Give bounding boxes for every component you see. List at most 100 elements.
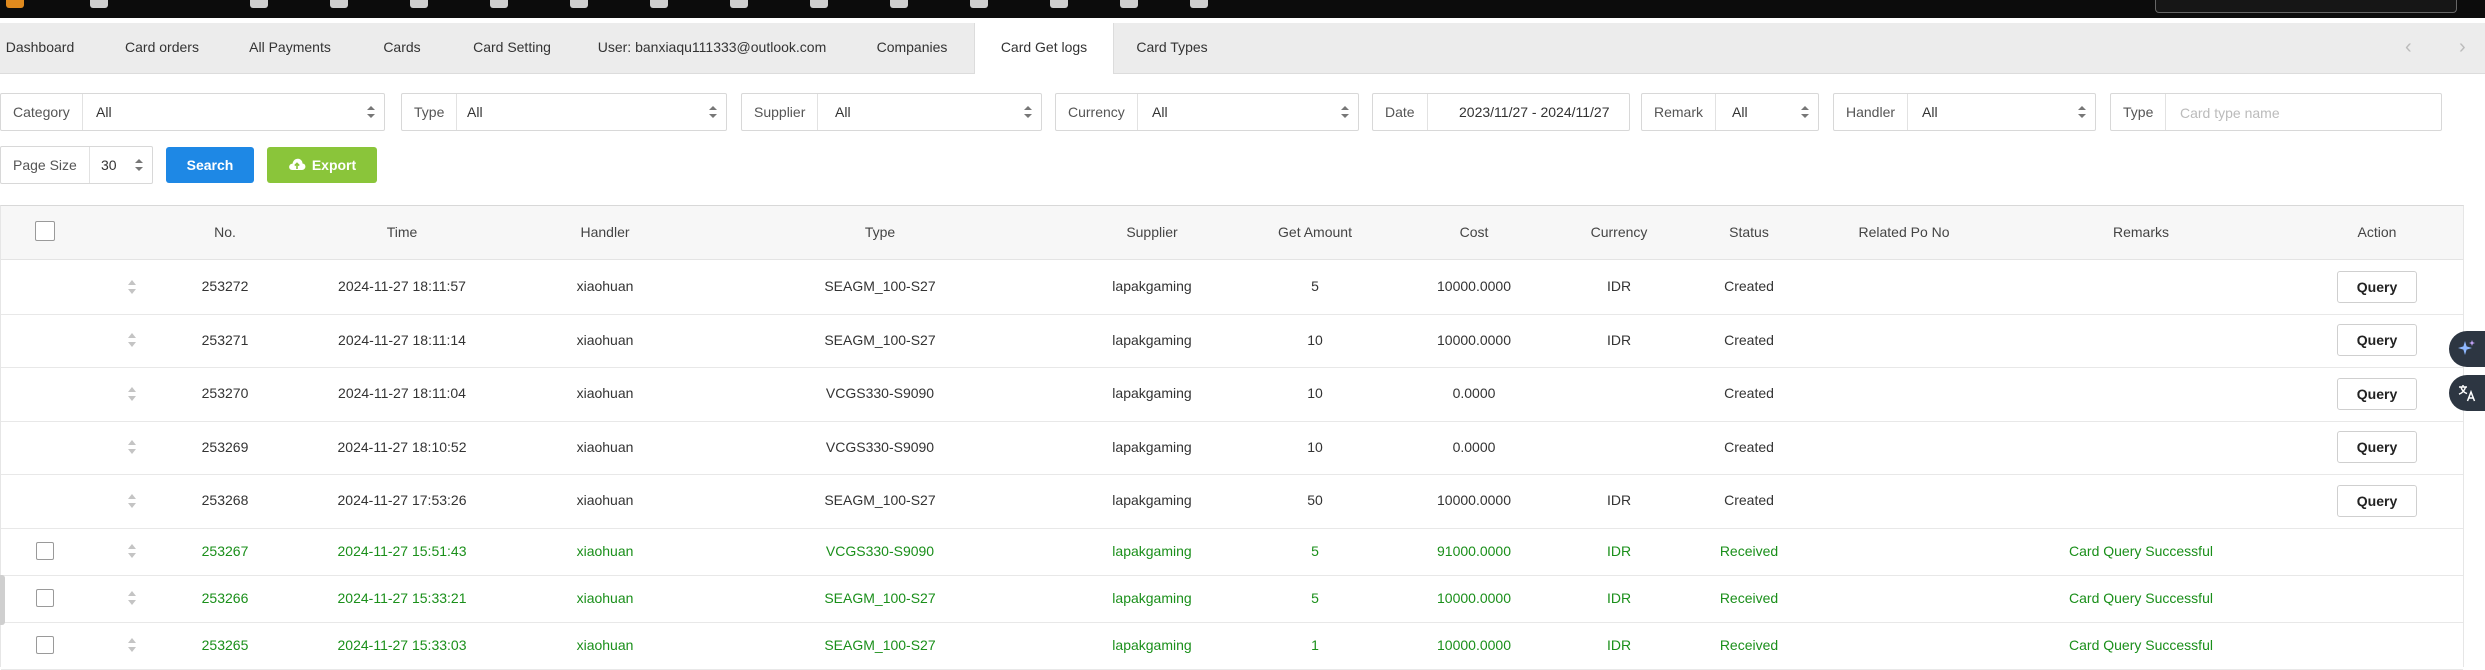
cell-remarks: [2040, 474, 2242, 528]
query-button[interactable]: Query: [2337, 431, 2417, 464]
category-select[interactable]: Category All: [0, 93, 385, 131]
row-sort-handle-icon[interactable]: [127, 438, 137, 456]
export-button[interactable]: Export: [267, 147, 377, 183]
page-size-select[interactable]: Page Size 30: [0, 146, 153, 184]
handler-select[interactable]: Handler All: [1833, 93, 2096, 131]
type-label: Type: [402, 94, 458, 130]
tab-companies[interactable]: Companies: [860, 23, 964, 73]
cell-currency: IDR: [1606, 331, 1632, 348]
tab-card-setting[interactable]: Card Setting: [460, 23, 564, 73]
tab-bar: Dashboard Card orders All Payments Cards…: [0, 23, 2485, 74]
cell-get-amount: 5: [1311, 542, 1319, 559]
translate-button[interactable]: [2449, 375, 2485, 411]
toolbar-icon[interactable]: [490, 0, 508, 8]
toolbar-icon[interactable]: [1050, 0, 1068, 8]
cell-related-po-no: [1834, 314, 1974, 368]
toolbar-icon[interactable]: [570, 0, 588, 8]
toolbar-icon[interactable]: [250, 0, 268, 8]
select-all-checkbox[interactable]: [35, 221, 55, 241]
toolbar-icon[interactable]: [970, 0, 988, 8]
page-size-label: Page Size: [1, 147, 90, 183]
toolbar-icon[interactable]: [1190, 0, 1208, 8]
row-sort-handle-icon[interactable]: [127, 385, 137, 403]
cell-no: 253267: [201, 542, 249, 559]
query-button[interactable]: Query: [2337, 324, 2417, 357]
row-sort-handle-icon[interactable]: [127, 278, 137, 296]
toolbar-icon[interactable]: [650, 0, 668, 8]
sparkle-icon: [2458, 340, 2475, 355]
row-checkbox[interactable]: [36, 636, 54, 654]
card-type-label: Type: [2111, 94, 2167, 130]
row-checkbox[interactable]: [36, 589, 54, 607]
query-button[interactable]: Query: [2337, 484, 2417, 517]
remark-select[interactable]: Remark All: [1641, 93, 1819, 131]
cell-no: 253271: [201, 331, 249, 348]
cell-no: 253269: [201, 438, 249, 455]
tab-all-payments[interactable]: All Payments: [240, 23, 340, 73]
cell-no: 253265: [201, 636, 249, 653]
select-arrows-icon: [135, 156, 143, 174]
col-currency: Currency: [1590, 224, 1648, 240]
row-checkbox[interactable]: [36, 542, 54, 560]
cell-status: Received: [1719, 589, 1779, 606]
tab-scroll-left-icon[interactable]: ‹: [2405, 23, 2412, 73]
toolbar-icon[interactable]: [330, 0, 348, 8]
query-button[interactable]: Query: [2337, 377, 2417, 410]
tab-user[interactable]: User: banxiaqu111333@outlook.com: [592, 23, 832, 73]
toolbar-icon[interactable]: [90, 0, 108, 8]
col-type: Type: [864, 224, 896, 240]
cell-time: 2024-11-27 18:11:14: [338, 331, 466, 348]
search-button[interactable]: Search: [166, 147, 254, 183]
cell-type: VCGS330-S9090: [825, 542, 935, 559]
toolbar-search-box[interactable]: [2155, 0, 2457, 13]
cell-cost: 10000.0000: [1437, 331, 1511, 348]
table-row: 253265 2024-11-27 15:33:03 xiaohuan SEAGM_1…: [1, 622, 2463, 670]
cell-status: Created: [1724, 385, 1774, 401]
table-row: 253270 2024-11-27 18:11:04 xiaohuan VCGS330…: [1, 367, 2463, 422]
cell-remarks: Card Query Successful: [2069, 636, 2213, 653]
tab-card-types[interactable]: Card Types: [1122, 23, 1222, 73]
cell-cost: 10000.0000: [1437, 636, 1511, 653]
toolbar-icon[interactable]: [730, 0, 748, 8]
cell-get-amount: 5: [1311, 278, 1319, 294]
tab-card-get-logs[interactable]: Card Get logs: [974, 23, 1114, 74]
tab-card-orders[interactable]: Card orders: [112, 23, 212, 73]
cell-currency: IDR: [1606, 542, 1632, 559]
table-row: 253272 2024-11-27 18:11:57 xiaohuan SEAGM_1…: [1, 260, 2463, 315]
tab-cards[interactable]: Cards: [370, 23, 434, 73]
col-no: No.: [214, 224, 236, 240]
row-sort-handle-icon[interactable]: [127, 492, 137, 510]
cell-get-amount: 1: [1311, 636, 1319, 653]
category-value: All: [96, 104, 112, 120]
date-range-value: 2023/11/27 - 2024/11/27: [1459, 104, 1610, 120]
cell-type: SEAGM_100-S27: [824, 589, 936, 606]
cell-handler: xiaohuan: [576, 385, 634, 401]
toolbar-icon[interactable]: [1120, 0, 1138, 8]
row-sort-handle-icon[interactable]: [127, 636, 137, 654]
cell-cost: 10000.0000: [1437, 589, 1511, 606]
currency-select[interactable]: Currency All: [1055, 93, 1359, 131]
toolbar-icon[interactable]: [890, 0, 908, 8]
table-row: 253267 2024-11-27 15:51:43 xiaohuan VCGS330…: [1, 528, 2463, 576]
cell-currency: IDR: [1606, 278, 1632, 294]
table-row: 253269 2024-11-27 18:10:52 xiaohuan VCGS330…: [1, 421, 2463, 475]
date-label: Date: [1373, 94, 1428, 130]
query-button[interactable]: Query: [2337, 270, 2417, 303]
tab-scroll-right-icon[interactable]: ›: [2459, 23, 2466, 73]
cell-status: Created: [1724, 278, 1774, 294]
side-panel-handle[interactable]: [0, 575, 5, 625]
tab-dashboard[interactable]: Dashboard: [0, 23, 80, 73]
type-select[interactable]: Type All: [401, 93, 727, 131]
row-sort-handle-icon[interactable]: [127, 331, 137, 349]
row-sort-handle-icon[interactable]: [127, 589, 137, 607]
supplier-select[interactable]: Supplier All: [741, 93, 1042, 131]
cell-supplier: lapakgaming: [1112, 385, 1192, 401]
sparkle-assistant-button[interactable]: [2449, 331, 2485, 367]
cell-related-po-no: [1834, 622, 1974, 669]
toolbar-icon[interactable]: [410, 0, 428, 8]
row-sort-handle-icon[interactable]: [127, 542, 137, 560]
card-type-field[interactable]: Type: [2110, 93, 2442, 131]
card-type-input[interactable]: [2178, 100, 2432, 126]
toolbar-icon[interactable]: [810, 0, 828, 8]
date-range-picker[interactable]: Date 2023/11/27 - 2024/11/27: [1372, 93, 1630, 131]
